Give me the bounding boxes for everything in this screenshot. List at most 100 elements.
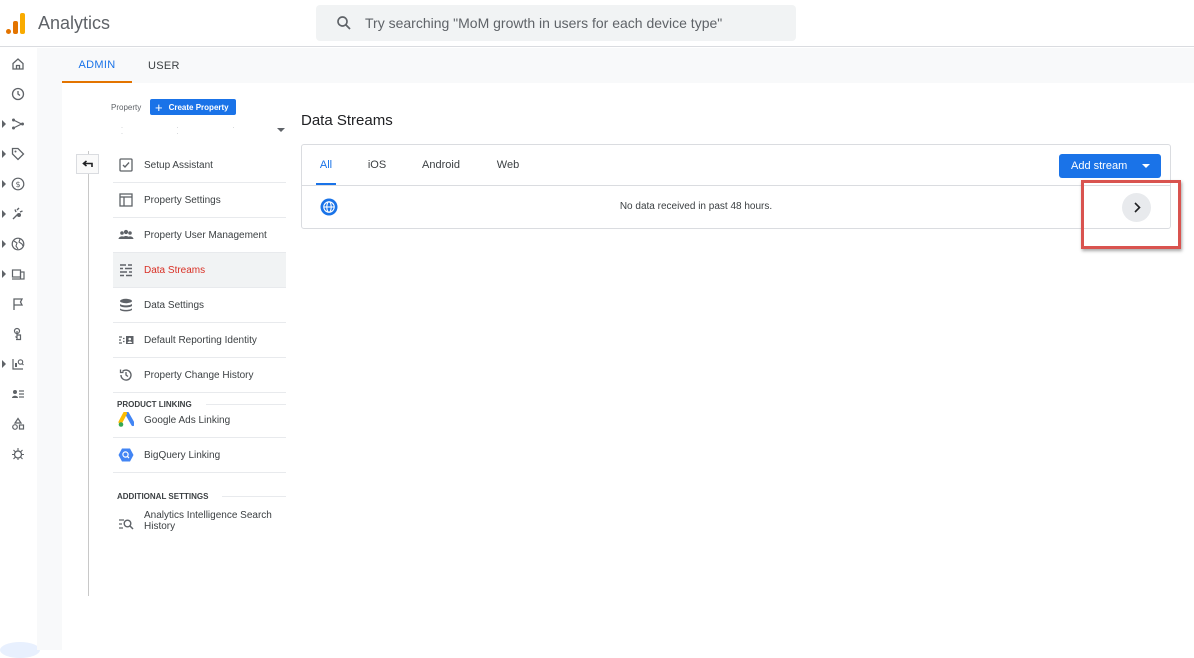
- menu-item-label: Property Settings: [144, 194, 221, 206]
- users-icon: [118, 229, 134, 239]
- nav-events[interactable]: [0, 294, 37, 314]
- expand-caret-icon: [2, 270, 6, 278]
- tab-admin[interactable]: ADMIN: [62, 48, 132, 83]
- add-stream-label: Add stream: [1071, 160, 1128, 172]
- menu-item-google-ads-linking[interactable]: Google Ads Linking: [113, 403, 286, 438]
- flow-icon: [12, 118, 24, 130]
- nav-home[interactable]: [0, 54, 37, 74]
- dropdown-arrow-icon: [1142, 164, 1150, 168]
- nav-audiences[interactable]: [0, 384, 37, 404]
- back-button[interactable]: [76, 154, 99, 174]
- tag-icon: [11, 147, 25, 161]
- nav-lifecycle[interactable]: [0, 114, 37, 134]
- left-nav: $: [0, 48, 37, 650]
- expand-caret-icon: [2, 150, 6, 158]
- tab-user[interactable]: USER: [132, 48, 196, 83]
- identity-icon: [119, 336, 134, 344]
- tab-web[interactable]: Web: [494, 145, 522, 185]
- menu-item-label: Setup Assistant: [144, 159, 213, 171]
- tab-ios[interactable]: iOS: [365, 145, 389, 185]
- admin-user-tabs: ADMIN USER: [62, 48, 196, 83]
- create-property-label: Create Property: [168, 102, 229, 112]
- nav-monetization[interactable]: $: [0, 174, 37, 194]
- section-divider: [222, 495, 286, 497]
- user-list-icon: [12, 390, 24, 398]
- nav-explore[interactable]: [0, 354, 37, 374]
- stream-row[interactable]: No data received in past 48 hours.: [302, 186, 1170, 229]
- property-label: Property: [111, 103, 142, 112]
- menu-item-setup-assistant[interactable]: Setup Assistant: [113, 148, 286, 183]
- expand-caret-icon: [2, 180, 6, 188]
- nav-tech[interactable]: [0, 264, 37, 284]
- menu-item-label: Analytics Intelligence Search History: [144, 510, 272, 532]
- settings-window-icon: [119, 193, 133, 207]
- database-icon: [120, 298, 132, 312]
- menu-item-label: Data Settings: [144, 299, 205, 311]
- help-bubble: [0, 642, 40, 658]
- svg-text:$: $: [15, 180, 20, 189]
- app-title: Analytics: [38, 13, 111, 33]
- nav-retention[interactable]: [0, 234, 37, 254]
- search-icon: [337, 16, 351, 30]
- menu-item-property-user-management[interactable]: Property User Management: [113, 218, 286, 253]
- devices-icon: [11, 269, 25, 280]
- menu-item-label: Property Change History: [144, 369, 254, 381]
- main-area: ADMIN USER Property + Create Property · …: [37, 48, 1194, 650]
- property-selector-value: · · · · ·: [121, 125, 261, 137]
- menu-item-property-settings[interactable]: Property Settings: [113, 183, 286, 218]
- dropdown-arrow-icon: [277, 128, 285, 132]
- top-bar: Analytics: [0, 0, 1194, 47]
- home-icon: [12, 58, 24, 70]
- search-history-icon: [119, 519, 134, 530]
- nav-realtime[interactable]: [0, 84, 37, 104]
- search-bar[interactable]: [316, 5, 796, 41]
- section-heading: ADDITIONAL SETTINGS: [117, 491, 209, 501]
- nav-debug[interactable]: [0, 444, 37, 464]
- tab-android[interactable]: Android: [419, 145, 463, 185]
- page-title: Data Streams: [301, 112, 393, 129]
- search-input[interactable]: [365, 15, 785, 31]
- menu-item-default-reporting-identity[interactable]: Default Reporting Identity: [113, 323, 286, 358]
- stream-status: No data received in past 48 hours.: [619, 201, 773, 212]
- debug-icon: [12, 448, 24, 460]
- touch-icon: [12, 207, 23, 220]
- add-stream-button[interactable]: Add stream: [1059, 154, 1161, 178]
- expand-caret-icon: [2, 240, 6, 248]
- expand-caret-icon: [2, 360, 6, 368]
- analysis-icon: [12, 359, 24, 370]
- clock-icon: [11, 87, 25, 101]
- chevron-right-icon: [1133, 202, 1141, 213]
- nav-acquisition[interactable]: [0, 144, 37, 164]
- menu-item-label: Property User Management: [144, 229, 267, 241]
- admin-panel: Property + Create Property · · · · · Set…: [62, 83, 1194, 650]
- globe-icon: [11, 237, 25, 251]
- flag-icon: [13, 298, 24, 310]
- menu-item-label: Google Ads Linking: [144, 414, 231, 426]
- analytics-logo[interactable]: [6, 12, 26, 34]
- dollar-icon: $: [11, 177, 25, 191]
- menu-item-analytics-intelligence-search-history[interactable]: Analytics Intelligence Search History: [113, 503, 286, 545]
- column-divider: [88, 151, 89, 596]
- tab-all[interactable]: All: [316, 145, 336, 185]
- nav-conversions[interactable]: [0, 324, 37, 344]
- arrow-back-icon: [82, 159, 93, 167]
- plus-icon: +: [155, 99, 163, 115]
- open-stream-button[interactable]: [1122, 193, 1151, 222]
- menu-item-label: Data Streams: [144, 264, 206, 276]
- nav-engagement[interactable]: [0, 204, 37, 224]
- checklist-icon: [119, 158, 133, 172]
- streams-icon: [120, 264, 132, 277]
- property-selector[interactable]: · · · · ·: [113, 123, 285, 137]
- tap-icon: [13, 327, 22, 341]
- stream-tabs: All iOS Android Web Add stream: [302, 145, 1170, 186]
- shapes-icon: [12, 417, 25, 430]
- property-menu: Setup Assistant Property Settings Proper…: [113, 148, 286, 545]
- expand-caret-icon: [2, 210, 6, 218]
- menu-item-bigquery-linking[interactable]: BigQuery Linking: [113, 438, 286, 473]
- nav-custom-definitions[interactable]: [0, 414, 37, 434]
- create-property-button[interactable]: + Create Property: [150, 99, 236, 115]
- menu-item-data-streams[interactable]: Data Streams: [113, 253, 286, 288]
- menu-item-property-change-history[interactable]: Property Change History: [113, 358, 286, 393]
- bigquery-icon: [118, 448, 134, 462]
- menu-item-data-settings[interactable]: Data Settings: [113, 288, 286, 323]
